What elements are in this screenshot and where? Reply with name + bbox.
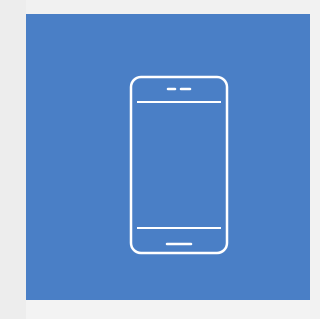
top-border	[26, 0, 310, 14]
left-border	[0, 0, 26, 319]
page	[0, 0, 310, 319]
smartphone-icon	[129, 75, 229, 255]
device-tile	[26, 14, 310, 300]
